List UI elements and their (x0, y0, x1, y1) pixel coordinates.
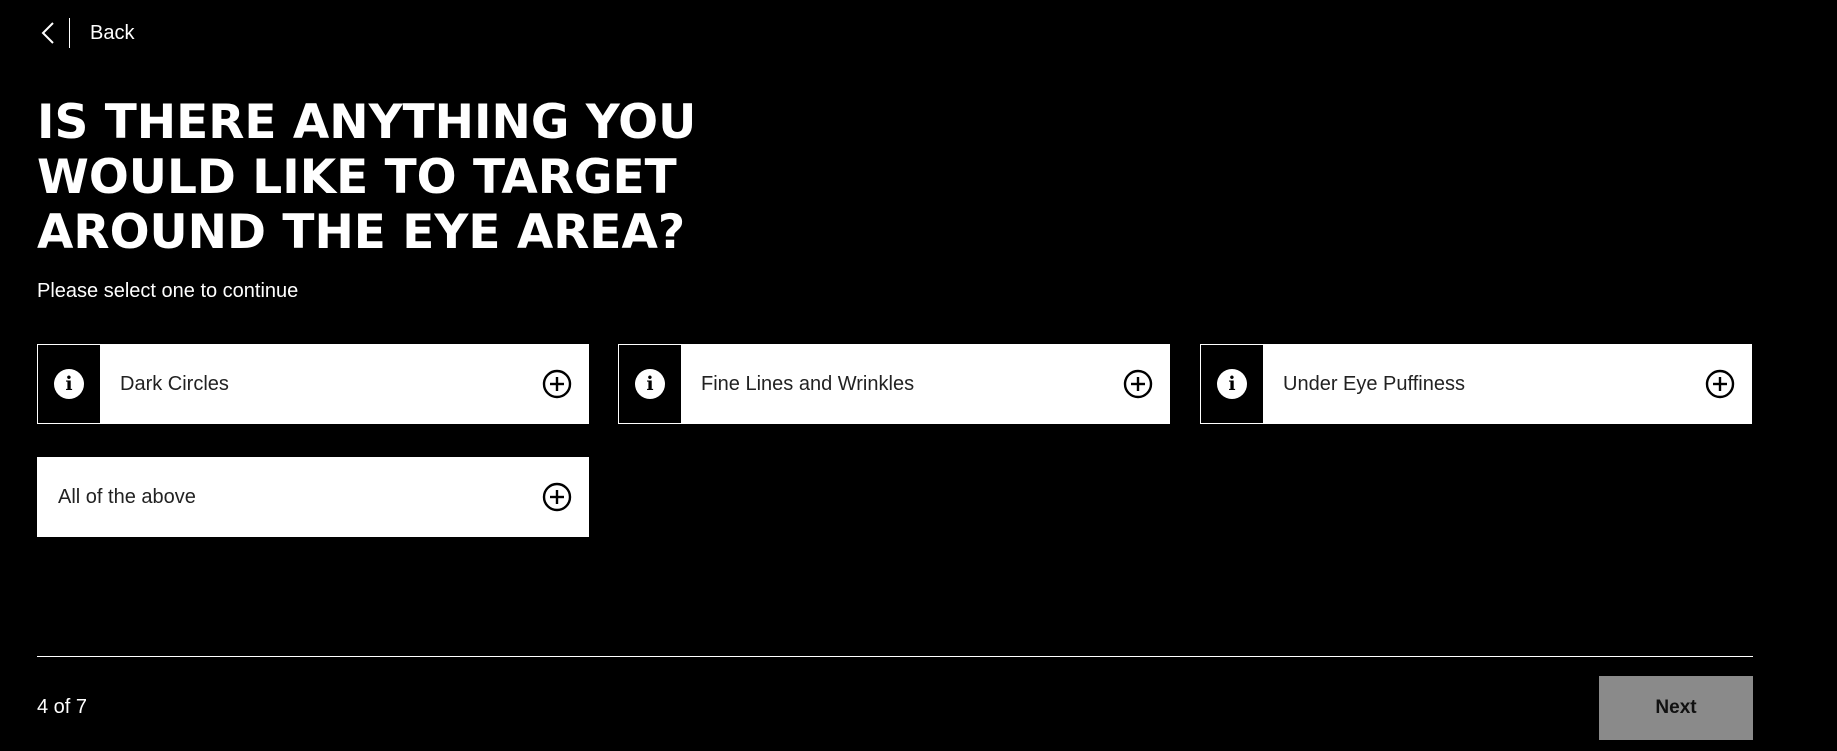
option-label: Under Eye Puffiness (1283, 372, 1465, 395)
back-label: Back (90, 21, 135, 44)
option-fine-lines-and-wrinkles[interactable]: i Fine Lines and Wrinkles (618, 344, 1170, 424)
option-dark-circles[interactable]: i Dark Circles (37, 344, 589, 424)
back-divider (69, 18, 70, 48)
option-label: Fine Lines and Wrinkles (701, 372, 915, 395)
footer-divider (37, 656, 1753, 657)
quiz-page: Back Is there anything you would like to… (0, 0, 1837, 751)
option-all-of-the-above[interactable]: All of the above (37, 457, 589, 537)
next-button[interactable]: Next (1599, 676, 1753, 740)
info-button[interactable]: i (619, 345, 681, 423)
info-button[interactable]: i (1201, 345, 1263, 423)
step-progress: 4 of 7 (37, 696, 88, 718)
plus-circle-icon[interactable] (542, 482, 572, 512)
option-under-eye-puffiness[interactable]: i Under Eye Puffiness (1200, 344, 1752, 424)
chevron-left-icon (37, 16, 59, 50)
question-subtitle: Please select one to continue (37, 280, 299, 302)
plus-circle-icon[interactable] (1705, 369, 1735, 399)
info-icon: i (54, 369, 84, 399)
info-button[interactable]: i (38, 345, 100, 423)
info-icon: i (1217, 369, 1247, 399)
option-label: All of the above (58, 485, 196, 508)
info-icon: i (635, 369, 665, 399)
plus-circle-icon[interactable] (1123, 369, 1153, 399)
question-title: Is there anything you would like to targ… (37, 95, 697, 260)
plus-circle-icon[interactable] (542, 369, 572, 399)
back-link[interactable]: Back (37, 16, 134, 50)
option-label: Dark Circles (120, 372, 229, 395)
